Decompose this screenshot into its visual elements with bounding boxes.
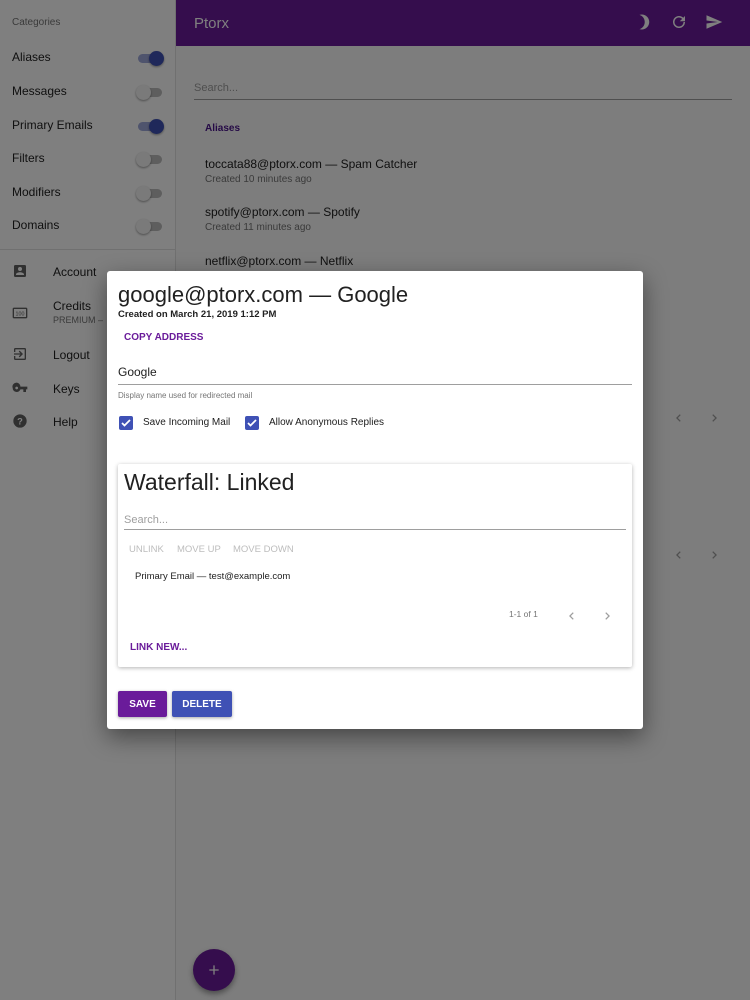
- dialog-title: google@ptorx.com — Google: [118, 282, 409, 307]
- waterfall-title: Waterfall: Linked: [124, 469, 295, 495]
- name-helper-text: Display name used for redirected mail: [118, 391, 253, 400]
- checkbox-label: Save Incoming Mail: [143, 417, 231, 428]
- waterfall-card: Waterfall: Linked UNLINK MOVE UP MOVE DO…: [118, 464, 632, 667]
- checkbox-label: Allow Anonymous Replies: [269, 417, 385, 428]
- delete-button[interactable]: DELETE: [172, 691, 232, 717]
- table-row[interactable]: Primary Email — test@example.com: [135, 571, 290, 582]
- unlink-button[interactable]: UNLINK: [129, 544, 164, 555]
- alias-dialog: google@ptorx.com — Google Created on Mar…: [107, 271, 643, 729]
- copy-address-button[interactable]: COPY ADDRESS: [118, 329, 209, 345]
- link-new-button[interactable]: LINK NEW...: [130, 642, 187, 653]
- save-incoming-mail-checkbox[interactable]: [119, 416, 133, 430]
- move-up-button[interactable]: MOVE UP: [177, 544, 221, 555]
- waterfall-search-input[interactable]: [124, 514, 626, 526]
- created-date: Created on March 21, 2019 1:12 PM: [118, 309, 277, 320]
- name-input[interactable]: [118, 365, 632, 379]
- waterfall-search-field[interactable]: [124, 510, 626, 530]
- save-button[interactable]: SAVE: [118, 691, 167, 717]
- checkmark-icon: [121, 419, 131, 427]
- pagination-text: 1-1 of 1: [509, 609, 538, 619]
- chevron-right-icon[interactable]: [602, 608, 612, 620]
- checkmark-icon: [247, 419, 257, 427]
- allow-anonymous-replies-checkbox[interactable]: [245, 416, 259, 430]
- move-down-button[interactable]: MOVE DOWN: [233, 544, 294, 555]
- chevron-left-icon[interactable]: [567, 608, 577, 620]
- name-field[interactable]: [118, 363, 632, 385]
